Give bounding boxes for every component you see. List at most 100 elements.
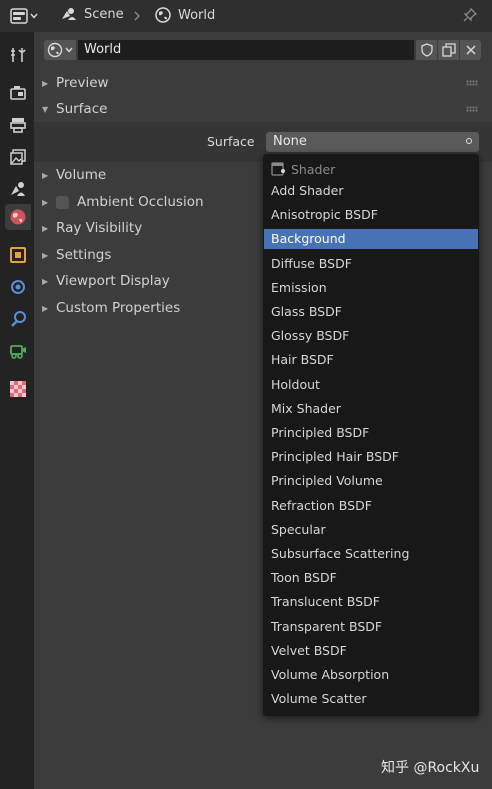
panel-custom-properties[interactable]: ▶ Custom Properties: [42, 297, 180, 319]
world-tab[interactable]: [5, 204, 31, 230]
output-tab[interactable]: [5, 112, 31, 138]
image-stack-icon: [10, 149, 26, 165]
tool-tab[interactable]: [5, 42, 31, 68]
editor-type-button[interactable]: [10, 6, 42, 26]
object-icon: [10, 247, 26, 263]
menu-item-velvet-bsdf[interactable]: Velvet BSDF: [264, 641, 478, 661]
menu-item-translucent-bsdf[interactable]: Translucent BSDF: [264, 592, 478, 612]
drag-grip-icon[interactable]: [466, 106, 478, 112]
menu-header: Shader: [271, 160, 335, 178]
texture-tab[interactable]: [5, 376, 31, 402]
world-browse-button[interactable]: [44, 40, 76, 60]
panel-title: Preview: [56, 75, 109, 91]
world-icon: [155, 7, 171, 23]
scene-icon: [62, 8, 76, 20]
close-icon: [465, 45, 476, 55]
collapse-arrow-icon: ▶: [42, 276, 49, 286]
panel-ray-visibility[interactable]: ▶ Ray Visibility: [42, 217, 142, 239]
panel-ambient-occlusion[interactable]: ▶ Ambient Occlusion: [42, 191, 204, 213]
view-layer-tab[interactable]: [5, 144, 31, 170]
duplicate-icon: [441, 43, 456, 57]
surface-shader-dropdown[interactable]: None: [266, 132, 479, 152]
world-browse-icon: [47, 42, 63, 58]
panel-title: Viewport Display: [56, 273, 170, 289]
render-tab[interactable]: [5, 80, 31, 106]
node-socket-icon: [466, 138, 472, 144]
particles-tab[interactable]: [5, 306, 31, 332]
menu-item-principled-volume[interactable]: Principled Volume: [264, 471, 478, 491]
panel-title: Ambient Occlusion: [77, 194, 204, 210]
collapse-arrow-icon: ▶: [42, 197, 49, 207]
menu-item-diffuse-bsdf[interactable]: Diffuse BSDF: [264, 254, 478, 274]
breadcrumb-world[interactable]: World: [154, 6, 215, 24]
menu-item-specular[interactable]: Specular: [264, 520, 478, 540]
breadcrumb-separator-icon: [134, 11, 140, 21]
scene-tab-icon: [11, 182, 25, 196]
expand-arrow-icon: ▼: [42, 104, 49, 114]
chevron-down-icon: [65, 47, 73, 53]
properties-header: Scene World: [0, 0, 492, 32]
panel-title: Custom Properties: [56, 300, 181, 316]
scene-tab[interactable]: [5, 176, 31, 202]
collapse-arrow-icon: ▶: [42, 78, 49, 88]
shader-node-icon: [271, 162, 285, 176]
breadcrumb-scene[interactable]: Scene: [60, 6, 124, 22]
menu-item-hair-bsdf[interactable]: Hair BSDF: [264, 350, 478, 370]
world-label: World: [178, 7, 216, 23]
shader-dropdown-menu: Shader Add Shader Anisotropic BSDF Backgro…: [263, 154, 479, 716]
ambient-occlusion-checkbox[interactable]: [56, 195, 69, 209]
menu-item-volume-scatter[interactable]: Volume Scatter: [264, 689, 478, 709]
world-tab-icon: [10, 209, 26, 225]
menu-item-volume-absorption[interactable]: Volume Absorption: [264, 665, 478, 685]
menu-item-add-shader[interactable]: Add Shader: [264, 181, 478, 201]
properties-editor-icon: [10, 8, 28, 24]
panel-surface[interactable]: ▼ Surface: [42, 98, 107, 120]
collapse-arrow-icon: ▶: [42, 223, 49, 233]
menu-item-glass-bsdf[interactable]: Glass BSDF: [264, 302, 478, 322]
panel-settings[interactable]: ▶ Settings: [42, 244, 111, 266]
menu-item-transparent-bsdf[interactable]: Transparent BSDF: [264, 617, 478, 637]
collapse-arrow-icon: ▶: [42, 303, 49, 313]
menu-item-refraction-bsdf[interactable]: Refraction BSDF: [264, 496, 478, 516]
menu-item-background[interactable]: Background: [264, 229, 478, 250]
menu-item-principled-hair-bsdf[interactable]: Principled Hair BSDF: [264, 447, 478, 467]
unlink-world-button[interactable]: [460, 40, 481, 60]
modifier-wrench-icon: [11, 311, 26, 327]
panel-viewport-display[interactable]: ▶ Viewport Display: [42, 270, 170, 292]
menu-title: Shader: [291, 161, 336, 177]
menu-item-principled-bsdf[interactable]: Principled BSDF: [264, 423, 478, 443]
drag-grip-icon[interactable]: [466, 80, 478, 86]
surface-label: Surface: [207, 134, 255, 149]
panel-title: Surface: [56, 101, 108, 117]
properties-tab-strip: [0, 32, 34, 789]
chevron-down-icon: [30, 13, 38, 19]
object-tab[interactable]: [5, 242, 31, 268]
tool-icon: [11, 48, 26, 62]
panel-title: Volume: [56, 167, 107, 183]
constraint-icon: [11, 280, 25, 294]
world-name-field[interactable]: World: [78, 40, 414, 60]
checker-texture-icon: [10, 381, 26, 397]
menu-item-anisotropic-bsdf[interactable]: Anisotropic BSDF: [264, 205, 478, 225]
world-datablock-row: World: [44, 40, 481, 60]
collapse-arrow-icon: ▶: [42, 250, 49, 260]
menu-item-toon-bsdf[interactable]: Toon BSDF: [264, 568, 478, 588]
physics-icon: [10, 345, 26, 359]
collapse-arrow-icon: ▶: [42, 170, 49, 180]
menu-item-mix-shader[interactable]: Mix Shader: [264, 399, 478, 419]
modifiers-tab[interactable]: [5, 274, 31, 300]
menu-item-glossy-bsdf[interactable]: Glossy BSDF: [264, 326, 478, 346]
fake-user-button[interactable]: [416, 40, 437, 60]
scene-label: Scene: [84, 6, 124, 22]
panel-title: Ray Visibility: [56, 220, 143, 236]
duplicate-world-button[interactable]: [438, 40, 459, 60]
menu-item-holdout[interactable]: Holdout: [264, 375, 478, 395]
physics-tab[interactable]: [5, 338, 31, 364]
pin-icon[interactable]: [462, 7, 478, 23]
menu-item-subsurface-scattering[interactable]: Subsurface Scattering: [264, 544, 478, 564]
camera-back-icon: [10, 86, 26, 100]
menu-item-emission[interactable]: Emission: [264, 278, 478, 298]
panel-preview[interactable]: ▶ Preview: [42, 72, 109, 94]
shield-icon: [420, 43, 433, 57]
panel-volume[interactable]: ▶ Volume: [42, 164, 106, 186]
